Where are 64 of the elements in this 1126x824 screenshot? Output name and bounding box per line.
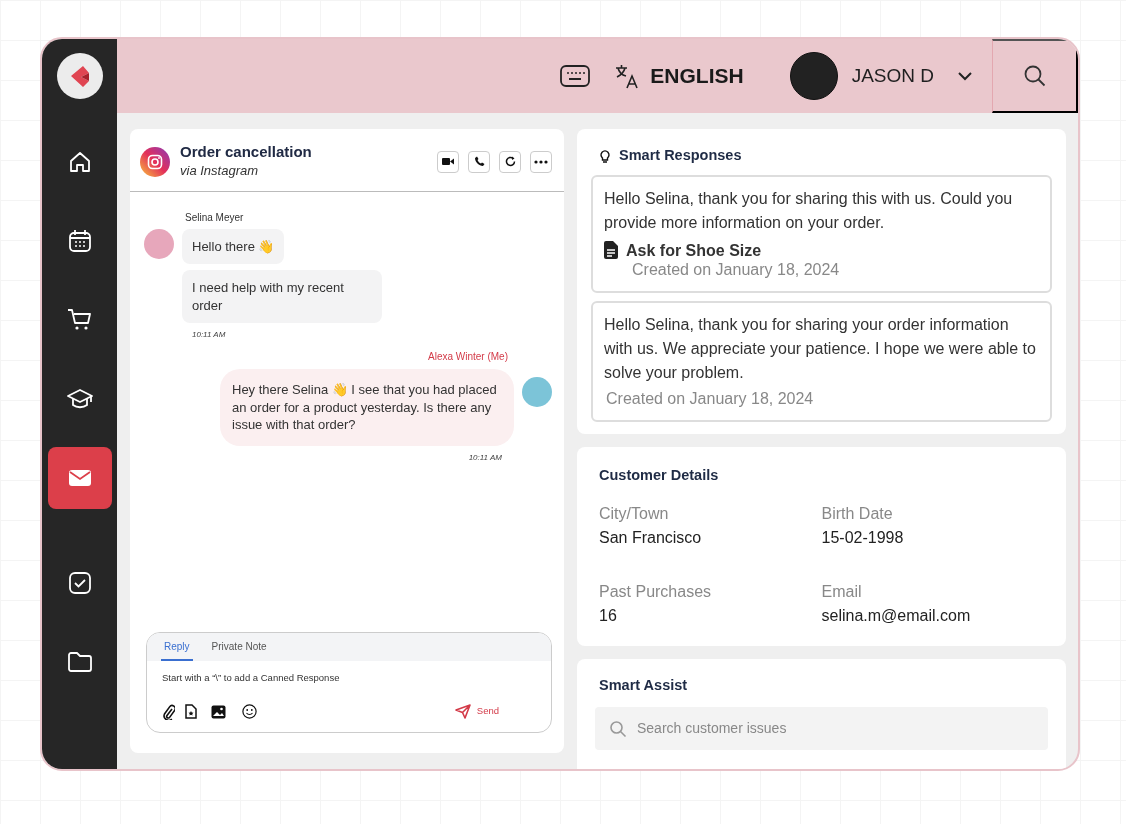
field-label: Email — [821, 582, 863, 603]
response-card[interactable]: Hello Selina, thank you for sharing your order information with us. We appreciate your patience. I hope we were able to solve your problem. Created on January 18, 2024 — [591, 300, 1052, 422]
response-text: Hello Selina, thank you for sharing this with us. Could you provide more information on your order. — [604, 188, 1014, 233]
panel-title: Smart Responses — [619, 146, 742, 165]
document-icon — [604, 241, 618, 260]
message-bubble: Hey there Selina 👋 I see that you had placed an order for a product yesterday. Is there any issue with that order? — [220, 369, 514, 446]
field-label: Past Purchases — [599, 582, 713, 603]
emoji-icon[interactable] — [242, 704, 257, 719]
message-time: 10:11 AM — [192, 329, 226, 342]
more-button[interactable] — [530, 150, 552, 173]
created-date: Created on January 18, 2024 — [632, 259, 841, 280]
image-icon[interactable] — [211, 704, 226, 719]
refresh-icon — [504, 156, 516, 168]
send-icon — [454, 704, 471, 719]
created-date: Created on January 18, 2024 — [606, 388, 815, 409]
checkbox-icon — [66, 570, 93, 596]
instagram-icon — [140, 146, 170, 177]
field-value: San Francisco — [599, 528, 703, 549]
response-card[interactable]: Hello Selina, thank you for sharing this with us. Could you provide more information on your order. Ask for Shoe Size Created on January 18, 2024 — [591, 174, 1052, 293]
search-field[interactable]: Search customer issues — [595, 707, 1048, 751]
field-value: 16 — [599, 606, 618, 627]
sidebar-item[interactable] — [47, 447, 112, 509]
logo-icon — [56, 53, 103, 99]
document-icon[interactable] — [185, 704, 197, 719]
sender-name: Alexa Winter (Me) — [427, 350, 508, 365]
reply-composer[interactable]: Reply Private Note Start with a “\” to add a Canned Response Send — [146, 631, 552, 733]
message-bubble: I need help with my recent order — [182, 270, 382, 324]
contact-avatar — [144, 228, 174, 259]
channel-label: via Instagram — [180, 162, 260, 180]
send-button[interactable]: Send — [448, 703, 505, 720]
message-time: 10:11 AM — [468, 451, 502, 464]
user-name[interactable]: JASON D — [851, 61, 934, 91]
field-label: Birth Date — [821, 504, 894, 525]
sender-name: Selina Meyer — [185, 210, 245, 225]
action-label[interactable]: Ask for Shoe Size — [626, 240, 762, 260]
search-icon — [1022, 64, 1047, 88]
lightbulb-icon — [599, 148, 611, 163]
language-label[interactable]: ENGLISH — [650, 60, 744, 92]
calendar-icon — [66, 228, 93, 254]
keyboard-icon[interactable] — [560, 65, 591, 87]
more-icon — [534, 159, 548, 164]
user-avatar — [789, 52, 838, 100]
paperclip-icon[interactable] — [163, 703, 175, 720]
translate-icon[interactable] — [614, 63, 641, 89]
chevron-down-icon[interactable] — [958, 71, 972, 81]
conversation-title: Order cancellation — [180, 143, 313, 161]
panel-title: Smart Assist — [599, 676, 689, 696]
user-avatar — [522, 377, 552, 408]
phone-button[interactable] — [468, 150, 490, 173]
field-value: selina.m@email.com — [821, 606, 972, 627]
search-input[interactable]: Search customer issues — [635, 717, 1034, 741]
folder-icon — [66, 649, 93, 675]
message-bubble: Hello there 👋 — [182, 228, 285, 265]
video-camera-icon — [442, 157, 454, 167]
refresh-button[interactable] — [499, 150, 521, 173]
field-label: City/Town — [599, 504, 670, 525]
panel-title: Customer Details — [599, 465, 720, 485]
search-button[interactable] — [992, 39, 1078, 113]
search-icon — [609, 719, 627, 738]
field-value: 15-02-1998 — [821, 528, 905, 549]
phone-icon — [473, 156, 485, 168]
video-call-button[interactable] — [437, 150, 459, 173]
response-text: Hello Selina, thank you for sharing your order information with us. We appreciate your patience. I hope we were able to solve your problem. — [604, 314, 1037, 383]
composer-tab[interactable]: Private Note — [208, 636, 270, 661]
